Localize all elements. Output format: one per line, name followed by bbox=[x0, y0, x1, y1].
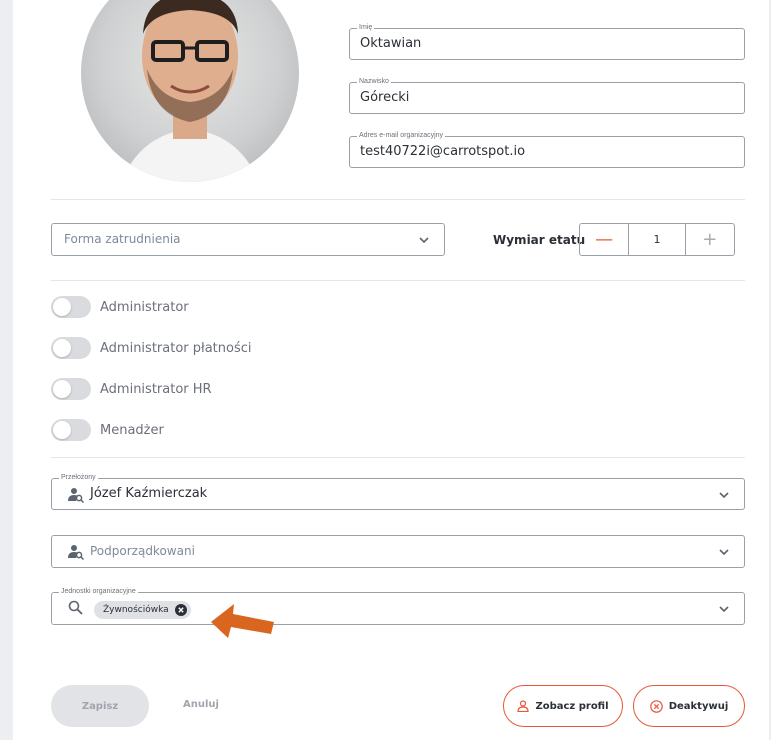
person-search-icon bbox=[68, 488, 84, 503]
first-name-value: Oktawian bbox=[360, 36, 422, 51]
divider bbox=[51, 457, 745, 458]
cancel-circle-icon bbox=[649, 699, 663, 713]
role-label: Administrator bbox=[100, 299, 189, 315]
employment-type-select[interactable]: Forma zatrudnienia bbox=[51, 223, 445, 256]
divider bbox=[51, 280, 745, 281]
org-units-select[interactable]: Jednostki organizacyjne Żywnościówka bbox=[51, 587, 745, 625]
email-value: test40722i@carrotspot.io bbox=[360, 144, 526, 159]
arrow-annotation-icon bbox=[211, 604, 274, 638]
avatar bbox=[81, 0, 299, 182]
last-name-value: Górecki bbox=[360, 90, 410, 105]
view-profile-label: Zobacz profil bbox=[535, 700, 609, 712]
role-row-hr-admin: Administrator HR bbox=[51, 377, 212, 401]
email-field[interactable]: Adres e-mail organizacyjny test40722i@ca… bbox=[349, 131, 745, 168]
role-row-manager: Menadżer bbox=[51, 418, 164, 442]
work-time-label: Wymiar etatu bbox=[493, 233, 586, 247]
last-name-label: Nazwisko bbox=[357, 77, 391, 87]
role-row-payment-admin: Administrator płatności bbox=[51, 336, 252, 360]
employment-type-placeholder: Forma zatrudnienia bbox=[64, 232, 181, 246]
org-unit-chip[interactable]: Żywnościówka bbox=[94, 601, 191, 619]
work-time-value[interactable]: 1 bbox=[629, 224, 684, 255]
work-time-stepper: — 1 + bbox=[579, 223, 735, 256]
close-circle-icon[interactable] bbox=[174, 604, 187, 616]
save-button[interactable]: Zapisz bbox=[51, 685, 149, 727]
role-label: Administrator HR bbox=[100, 381, 212, 397]
subordinates-select[interactable]: Podporządkowani bbox=[51, 535, 745, 568]
search-icon bbox=[68, 600, 83, 615]
subordinates-placeholder: Podporządkowani bbox=[90, 544, 195, 558]
avatar-photo bbox=[121, 0, 259, 182]
view-profile-button[interactable]: Zobacz profil bbox=[503, 685, 623, 727]
employee-edit-card: Imię Oktawian Nazwisko Górecki Adres e-m… bbox=[13, 0, 769, 740]
email-label: Adres e-mail organizacyjny bbox=[357, 131, 446, 141]
role-row-administrator: Administrator bbox=[51, 295, 189, 319]
role-label: Menadżer bbox=[100, 422, 164, 438]
decrement-button[interactable]: — bbox=[580, 224, 630, 255]
org-units-label: Jednostki organizacyjne bbox=[59, 587, 138, 597]
chip-label: Żywnościówka bbox=[103, 605, 169, 615]
first-name-field[interactable]: Imię Oktawian bbox=[349, 23, 745, 60]
person-search-icon bbox=[68, 545, 84, 560]
chevron-down-icon bbox=[419, 237, 429, 244]
cancel-button[interactable]: Anuluj bbox=[183, 699, 219, 710]
last-name-field[interactable]: Nazwisko Górecki bbox=[349, 77, 745, 114]
toggle-manager[interactable] bbox=[51, 419, 91, 441]
toggle-payment-admin[interactable] bbox=[51, 337, 91, 359]
chevron-down-icon bbox=[719, 606, 729, 613]
first-name-label: Imię bbox=[357, 23, 375, 33]
deactivate-button[interactable]: Deaktywuj bbox=[633, 685, 745, 727]
increment-button[interactable]: + bbox=[684, 224, 734, 255]
toggle-administrator[interactable] bbox=[51, 296, 91, 318]
user-icon bbox=[517, 700, 530, 712]
divider bbox=[51, 199, 745, 200]
chevron-down-icon bbox=[719, 549, 729, 556]
role-label: Administrator płatności bbox=[100, 340, 252, 356]
deactivate-label: Deaktywuj bbox=[668, 700, 729, 712]
toggle-hr-admin[interactable] bbox=[51, 378, 91, 400]
supervisor-select[interactable]: Przełożony Józef Kaźmierczak bbox=[51, 473, 745, 510]
supervisor-value: Józef Kaźmierczak bbox=[90, 486, 208, 501]
supervisor-label: Przełożony bbox=[59, 473, 98, 483]
chevron-down-icon bbox=[719, 492, 729, 499]
